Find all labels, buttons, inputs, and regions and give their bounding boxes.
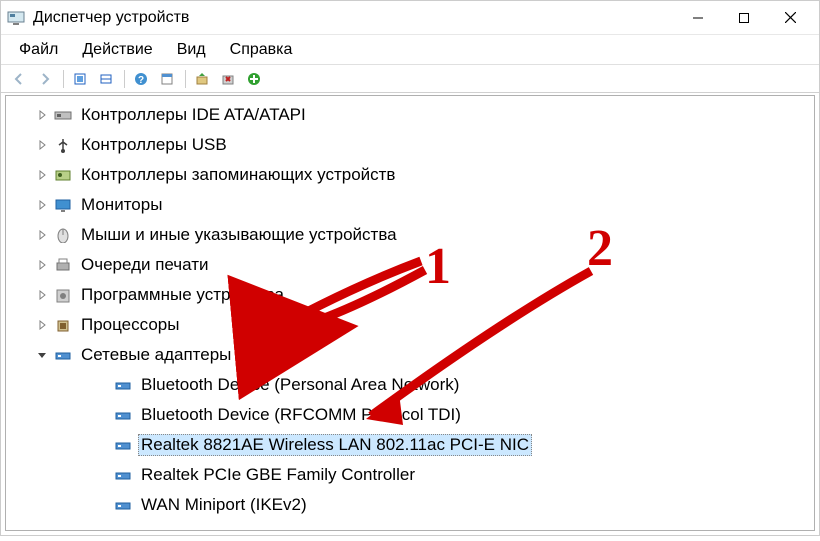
chevron-down-icon[interactable] [34,347,50,363]
toolbar-show-hidden-icon[interactable] [94,68,118,90]
titlebar: Диспетчер устройств [1,1,819,35]
tree-category-label: Контроллеры IDE ATA/ATAPI [78,104,309,126]
tree-category-label: Контроллеры USB [78,134,230,156]
printer-icon [54,257,72,273]
toolbar-scan-hardware-icon[interactable] [242,68,266,90]
tree-category-label: Мониторы [78,194,165,216]
chevron-right-icon[interactable] [34,197,50,213]
cpu-icon [54,317,72,333]
app-icon [7,9,25,27]
tree-device-label: Realtek PCIe GBE Family Controller [138,464,418,486]
tree-category[interactable]: Процессоры [6,310,814,340]
tree-device-label: Bluetooth Device (RFCOMM Protocol TDI) [138,404,464,426]
toolbar-update-driver-icon[interactable] [190,68,214,90]
chevron-right-icon[interactable] [34,137,50,153]
tree-category[interactable]: Контроллеры запоминающих устройств [6,160,814,190]
toolbar-separator [185,70,186,88]
usb-icon [54,137,72,153]
window-controls [675,2,813,34]
tree-category-label: Очереди печати [78,254,212,276]
menu-file[interactable]: Файл [9,39,68,61]
netadapter-icon [114,377,132,393]
network-icon [54,347,72,363]
minimize-button[interactable] [675,2,721,34]
maximize-button[interactable] [721,2,767,34]
tree-device-label: Bluetooth Device (Personal Area Network) [138,374,462,396]
chevron-right-icon[interactable] [34,167,50,183]
chevron-right-icon[interactable] [34,227,50,243]
chevron-right-icon[interactable] [34,287,50,303]
tree-device-label: WAN Miniport (IKEv2) [138,494,310,516]
netadapter-icon [114,407,132,423]
chevron-right-icon[interactable] [34,317,50,333]
device-tree: Контроллеры IDE ATA/ATAPI Контроллеры USB… [6,96,814,524]
svg-text:?: ? [138,75,144,86]
menu-help[interactable]: Справка [220,39,303,61]
tree-device[interactable]: Bluetooth Device (Personal Area Network) [6,370,814,400]
tree-category-label: Процессоры [78,314,182,336]
software-icon [54,287,72,303]
netadapter-icon [114,467,132,483]
toolbar-up-icon[interactable] [68,68,92,90]
close-button[interactable] [767,2,813,34]
toolbar: ? [1,65,819,93]
tree-category[interactable]: Мониторы [6,190,814,220]
tree-category[interactable]: Очереди печати [6,250,814,280]
monitor-icon [54,197,72,213]
toolbar-properties-icon[interactable] [155,68,179,90]
netadapter-icon [114,437,132,453]
toolbar-help-icon[interactable]: ? [129,68,153,90]
toolbar-separator [124,70,125,88]
tree-category[interactable]: Мыши и иные указывающие устройства [6,220,814,250]
tree-category-label: Сетевые адаптеры [78,344,234,366]
toolbar-uninstall-icon[interactable] [216,68,240,90]
menu-view[interactable]: Вид [167,39,216,61]
toolbar-separator [63,70,64,88]
tree-category[interactable]: Контроллеры IDE ATA/ATAPI [6,100,814,130]
chevron-right-icon[interactable] [34,257,50,273]
tree-category-label: Мыши и иные указывающие устройства [78,224,400,246]
ide-icon [54,107,72,123]
window-title: Диспетчер устройств [33,9,675,27]
tree-device[interactable]: WAN Miniport (IKEv2) [6,490,814,520]
tree-device[interactable]: Realtek PCIe GBE Family Controller [6,460,814,490]
tree-category-label: Программные устройства [78,284,287,306]
toolbar-forward-icon[interactable] [33,68,57,90]
tree-category[interactable]: Программные устройства [6,280,814,310]
netadapter-icon [114,497,132,513]
device-tree-panel[interactable]: Контроллеры IDE ATA/ATAPI Контроллеры USB… [5,95,815,531]
tree-category-label: Контроллеры запоминающих устройств [78,164,398,186]
menu-action[interactable]: Действие [72,39,162,61]
menubar: Файл Действие Вид Справка [1,35,819,65]
tree-category[interactable]: Контроллеры USB [6,130,814,160]
mouse-icon [54,227,72,243]
tree-device[interactable]: Realtek 8821AE Wireless LAN 802.11ac PCI… [6,430,814,460]
toolbar-back-icon[interactable] [7,68,31,90]
tree-device[interactable]: Bluetooth Device (RFCOMM Protocol TDI) [6,400,814,430]
tree-device-label: Realtek 8821AE Wireless LAN 802.11ac PCI… [138,434,532,456]
chevron-right-icon[interactable] [34,107,50,123]
tree-category[interactable]: Сетевые адаптеры [6,340,814,370]
storage-icon [54,167,72,183]
